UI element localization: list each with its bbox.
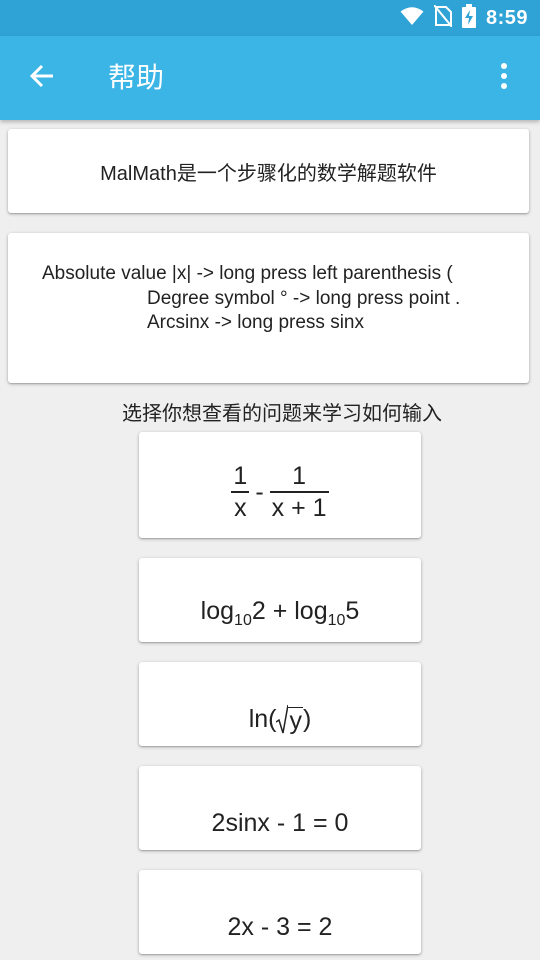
radical-sign-icon bbox=[276, 704, 289, 734]
fraction-2: 1 x + 1 bbox=[269, 461, 329, 523]
natural-log-expression: ln( y) bbox=[248, 704, 312, 746]
closing-parenthesis: ) bbox=[302, 705, 312, 733]
status-icons: 8:59 bbox=[400, 0, 528, 36]
hint-arcsin: Arcsinx -> long press sinx bbox=[147, 312, 364, 333]
trig-equation-expression: 2sinx - 1 = 0 bbox=[211, 809, 349, 837]
no-sim-icon bbox=[433, 3, 453, 32]
status-bar: 8:59 bbox=[0, 0, 540, 36]
problem-card-linear-equation[interactable]: 2x - 3 = 2 bbox=[139, 870, 421, 954]
fraction-expression: 1 x - 1 x + 1 bbox=[231, 461, 329, 523]
fraction-1: 1 x bbox=[231, 461, 250, 523]
arrow-left-icon bbox=[29, 63, 55, 94]
logarithm-expression: log102 + log105 bbox=[201, 597, 360, 642]
problem-card-trig-equation[interactable]: 2sinx - 1 = 0 bbox=[139, 766, 421, 850]
square-root: y bbox=[276, 704, 303, 734]
battery-charging-icon bbox=[461, 3, 476, 33]
log-2-argument: 5 bbox=[345, 597, 360, 625]
fraction-2-numerator: 1 bbox=[292, 462, 307, 490]
radicand: y bbox=[288, 707, 303, 735]
section-label: 选择你想查看的问题来学习如何输入 bbox=[122, 403, 442, 425]
fraction-1-numerator: 1 bbox=[233, 462, 248, 490]
intro-text: MalMath是一个步骤化的数学解题软件 bbox=[100, 162, 437, 185]
problem-card-logarithm[interactable]: log102 + log105 bbox=[139, 558, 421, 642]
hint-absolute-value: Absolute value |x| -> long press left pa… bbox=[42, 263, 453, 284]
wifi-icon bbox=[400, 6, 424, 31]
log-1-base: 10 bbox=[234, 612, 252, 629]
input-hints-card: Absolute value |x| -> long press left pa… bbox=[8, 233, 529, 383]
hint-degree-symbol: Degree symbol ° -> long press point . bbox=[147, 288, 461, 309]
fraction-2-denominator: x + 1 bbox=[271, 494, 327, 522]
linear-equation-expression: 2x - 3 = 2 bbox=[227, 913, 333, 941]
minus-operator: - bbox=[255, 477, 264, 506]
log-2-base: 10 bbox=[327, 612, 346, 629]
status-time: 8:59 bbox=[485, 6, 528, 29]
fraction-1-denominator: x bbox=[234, 494, 247, 522]
more-vertical-icon bbox=[500, 62, 508, 95]
log-1-argument: 2 + bbox=[251, 597, 295, 625]
app-bar: 帮助 bbox=[0, 36, 540, 120]
more-options-button[interactable] bbox=[484, 58, 524, 98]
back-button[interactable] bbox=[22, 58, 62, 98]
log-1: log bbox=[200, 597, 235, 625]
problem-card-natural-log[interactable]: ln( y) bbox=[139, 662, 421, 746]
page-title: 帮助 bbox=[108, 62, 165, 93]
problem-card-fraction[interactable]: 1 x - 1 x + 1 bbox=[139, 432, 421, 538]
log-2: log bbox=[294, 597, 328, 625]
intro-card: MalMath是一个步骤化的数学解题软件 bbox=[8, 129, 529, 213]
ln-function: ln( bbox=[248, 705, 277, 733]
